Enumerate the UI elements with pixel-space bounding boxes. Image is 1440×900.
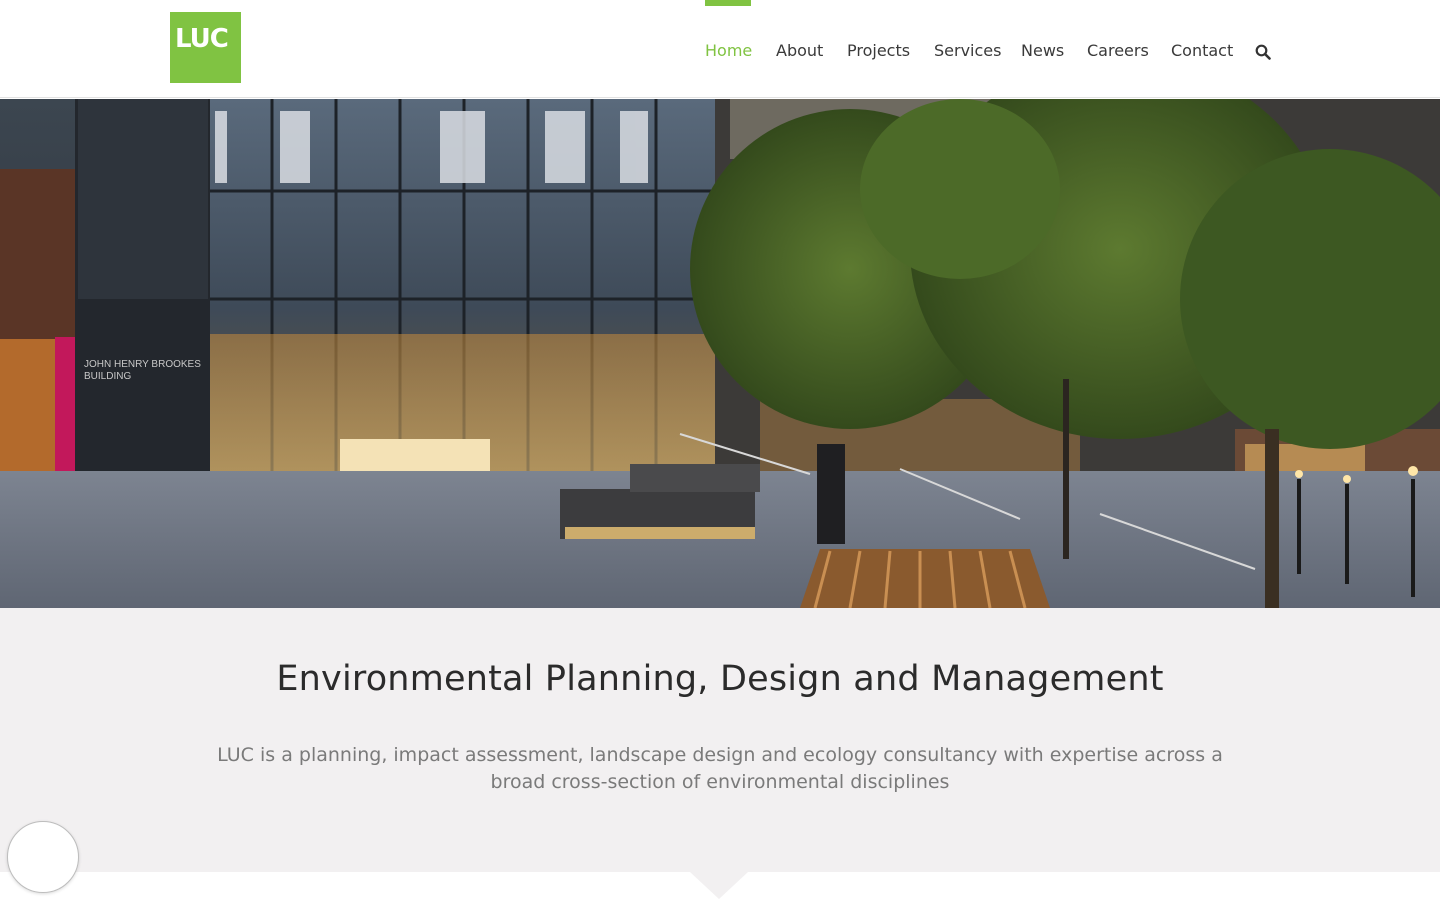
building-sign: JOHN HENRY BROOKES: [84, 359, 201, 370]
logo-text: LUC: [175, 24, 229, 54]
nav-active-indicator: [705, 0, 751, 6]
building-sign-line2: BUILDING: [84, 371, 131, 382]
nav-item-about[interactable]: About: [776, 41, 823, 60]
nav-item-home[interactable]: Home: [705, 41, 752, 60]
site-header: LUC Home About Projects Services News Ca…: [0, 0, 1440, 98]
search-icon[interactable]: [1255, 44, 1271, 60]
nav-item-projects[interactable]: Projects: [847, 41, 910, 60]
section-pointer-arrow: [690, 872, 748, 899]
luc-logo[interactable]: LUC: [170, 12, 241, 83]
nav-item-news[interactable]: News: [1021, 41, 1064, 60]
page-title: Environmental Planning, Design and Manag…: [276, 659, 1164, 699]
nav-item-services[interactable]: Services: [934, 41, 1001, 60]
intro-text: LUC is a planning, impact assessment, la…: [217, 744, 1223, 793]
hero-image: JOHN HENRY BROOKES BUILDING: [0, 99, 1440, 608]
chat-widget-button[interactable]: [7, 821, 79, 893]
tagline-section: Environmental Planning, Design and Manag…: [0, 608, 1440, 872]
nav-item-careers[interactable]: Careers: [1087, 41, 1149, 60]
nav-item-contact[interactable]: Contact: [1171, 41, 1233, 60]
